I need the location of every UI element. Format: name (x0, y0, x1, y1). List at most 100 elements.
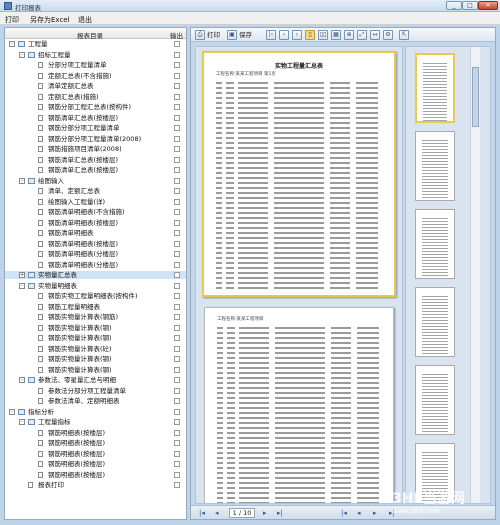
prev-page-button[interactable]: ◂ (215, 508, 219, 518)
tree-item[interactable]: 报表打印 (5, 481, 186, 489)
menu-print[interactable]: 打印 (5, 15, 19, 25)
tree-item[interactable]: - 实物量明细表 (5, 282, 186, 290)
output-checkbox[interactable] (174, 282, 180, 289)
menu-exit[interactable]: 退出 (78, 15, 92, 25)
tree-item[interactable]: 钢筋分部分项工程量清单 (5, 124, 186, 132)
output-checkbox[interactable] (174, 482, 180, 488)
page-width-icon[interactable]: ↔ (370, 30, 380, 40)
output-checkbox[interactable] (174, 398, 180, 404)
menu-save-excel[interactable]: 另存为Excel (30, 15, 70, 25)
output-checkbox[interactable] (174, 240, 180, 247)
collapse-icon[interactable]: - (19, 377, 25, 383)
tree-item[interactable]: 钢筋实物量计算表(钢) (5, 366, 186, 374)
tree-item[interactable]: - 指标分析 (5, 408, 186, 416)
output-checkbox[interactable] (174, 251, 180, 257)
output-checkbox[interactable] (174, 198, 180, 205)
collapse-icon[interactable]: - (9, 41, 15, 47)
output-checkbox[interactable] (174, 293, 180, 299)
print-button[interactable]: 打印 (207, 30, 220, 40)
output-checkbox[interactable] (174, 41, 180, 47)
output-checkbox[interactable] (174, 51, 180, 58)
tree-item[interactable]: - 工程量 (5, 40, 186, 48)
tree-item[interactable]: 钢筋明细表(按楼层) (5, 429, 186, 437)
tree-item[interactable]: 定额汇总表(不含措施) (5, 72, 186, 80)
output-checkbox[interactable] (174, 261, 180, 268)
prev-page-icon[interactable]: ‹ (279, 30, 289, 40)
output-checkbox[interactable] (174, 387, 180, 394)
close-button[interactable]: ✕ (478, 1, 498, 10)
tree-item[interactable]: 钢筋分部分项工程量清单(2008) (5, 135, 186, 143)
thumb-next-button[interactable]: ▸ (373, 508, 377, 518)
output-checkbox[interactable] (174, 209, 180, 215)
output-checkbox[interactable] (174, 303, 180, 310)
output-checkbox[interactable] (174, 188, 180, 194)
output-checkbox[interactable] (174, 272, 180, 278)
page-thumbnail[interactable] (415, 209, 455, 279)
tree-item[interactable]: - 招标工程量 (5, 51, 186, 59)
output-checkbox[interactable] (174, 366, 180, 373)
four-page-icon[interactable]: ▦ (331, 30, 341, 40)
settings-icon[interactable]: ⚙ (383, 30, 393, 40)
tree-item[interactable]: 钢筋明细表(按楼层) (5, 471, 186, 479)
tree-item[interactable]: 钢筋清单明细表(不含措施) (5, 208, 186, 216)
save-icon[interactable]: ▣ (227, 30, 237, 40)
output-checkbox[interactable] (174, 461, 180, 467)
tree-item[interactable]: 钢筋清单明细表 (5, 229, 186, 237)
output-checkbox[interactable] (174, 114, 180, 121)
tree-item[interactable]: 分部分项工程量清单 (5, 61, 186, 69)
tree-item[interactable]: 钢筋清单汇总表(按楼层) (5, 114, 186, 122)
thumb-prev-button[interactable]: ◂ (357, 508, 361, 518)
page-thumbnail[interactable] (415, 365, 455, 435)
output-checkbox[interactable] (174, 177, 180, 184)
output-checkbox[interactable] (174, 419, 180, 425)
page-thumbnail[interactable] (415, 131, 455, 201)
output-checkbox[interactable] (174, 219, 180, 226)
page-preview[interactable]: 实物工程量汇总表 工程名称:某某工程项目 第1页 工程名称:某某工程项目 (195, 46, 403, 504)
tree-item[interactable]: 钢筋实物量计算表(钢) (5, 334, 186, 342)
thumb-first-button[interactable]: |◂ (341, 508, 347, 518)
output-checkbox[interactable] (174, 440, 180, 446)
output-checkbox[interactable] (174, 377, 180, 383)
output-checkbox[interactable] (174, 62, 180, 68)
export-icon[interactable]: ⇱ (399, 30, 409, 40)
tree-item[interactable]: 钢筋清单汇总表(按楼层) (5, 166, 186, 174)
next-page-icon[interactable]: › (292, 30, 302, 40)
tree-item[interactable]: 绘图输入工程量(详) (5, 198, 186, 206)
tree-item[interactable]: 钢筋明细表(按楼层) (5, 439, 186, 447)
scrollbar-thumb[interactable] (472, 67, 479, 127)
tree-item[interactable]: 钢筋实物量计算表(钢) (5, 355, 186, 363)
last-page-button[interactable]: ▸| (277, 508, 283, 518)
output-checkbox[interactable] (174, 104, 180, 110)
tree-item[interactable]: 钢筋措施项目清单(2008) (5, 145, 186, 153)
tree-item[interactable]: - 参数法、零星量汇总与明细 (5, 376, 186, 384)
tree-item[interactable]: 定额汇总表(措施) (5, 93, 186, 101)
output-checkbox[interactable] (174, 314, 180, 320)
tree-item[interactable]: 钢筋清单汇总表(按楼层) (5, 156, 186, 164)
output-checkbox[interactable] (174, 345, 180, 352)
tree-item[interactable]: 参数法清单、定额明细表 (5, 397, 186, 405)
output-checkbox[interactable] (174, 83, 180, 89)
minimize-button[interactable]: _ (446, 1, 462, 10)
zoom-icon[interactable]: ⊕ (344, 30, 354, 40)
output-checkbox[interactable] (174, 230, 180, 236)
printer-icon[interactable]: ⎙ (195, 30, 205, 40)
tree-item[interactable]: 参数法分部分项工程量清单 (5, 387, 186, 395)
output-checkbox[interactable] (174, 429, 180, 436)
tree-item[interactable]: 钢筋清单明细表(分楼层) (5, 250, 186, 258)
collapse-icon[interactable]: - (9, 408, 15, 415)
output-checkbox[interactable] (174, 156, 180, 163)
tree-item[interactable]: 钢筋实物量计算表(钢) (5, 324, 186, 332)
tree-item[interactable]: 钢筋工程量明细表 (5, 303, 186, 311)
tree-item[interactable]: 清单、定额汇总表 (5, 187, 186, 195)
output-checkbox[interactable] (174, 93, 180, 100)
output-checkbox[interactable] (174, 450, 180, 457)
tree-item[interactable]: 钢筋清单明细表(按楼层) (5, 240, 186, 248)
maximize-button[interactable]: □ (462, 1, 478, 10)
output-checkbox[interactable] (174, 167, 180, 173)
tree-item[interactable]: - 绘图输入 (5, 177, 186, 185)
next-page-button[interactable]: ▸ (263, 508, 267, 518)
output-checkbox[interactable] (174, 356, 180, 362)
output-checkbox[interactable] (174, 408, 180, 415)
thumbnail-scrollbar[interactable] (470, 47, 480, 503)
tree-item[interactable]: 钢筋实物量计算表(钢筋) (5, 313, 186, 321)
